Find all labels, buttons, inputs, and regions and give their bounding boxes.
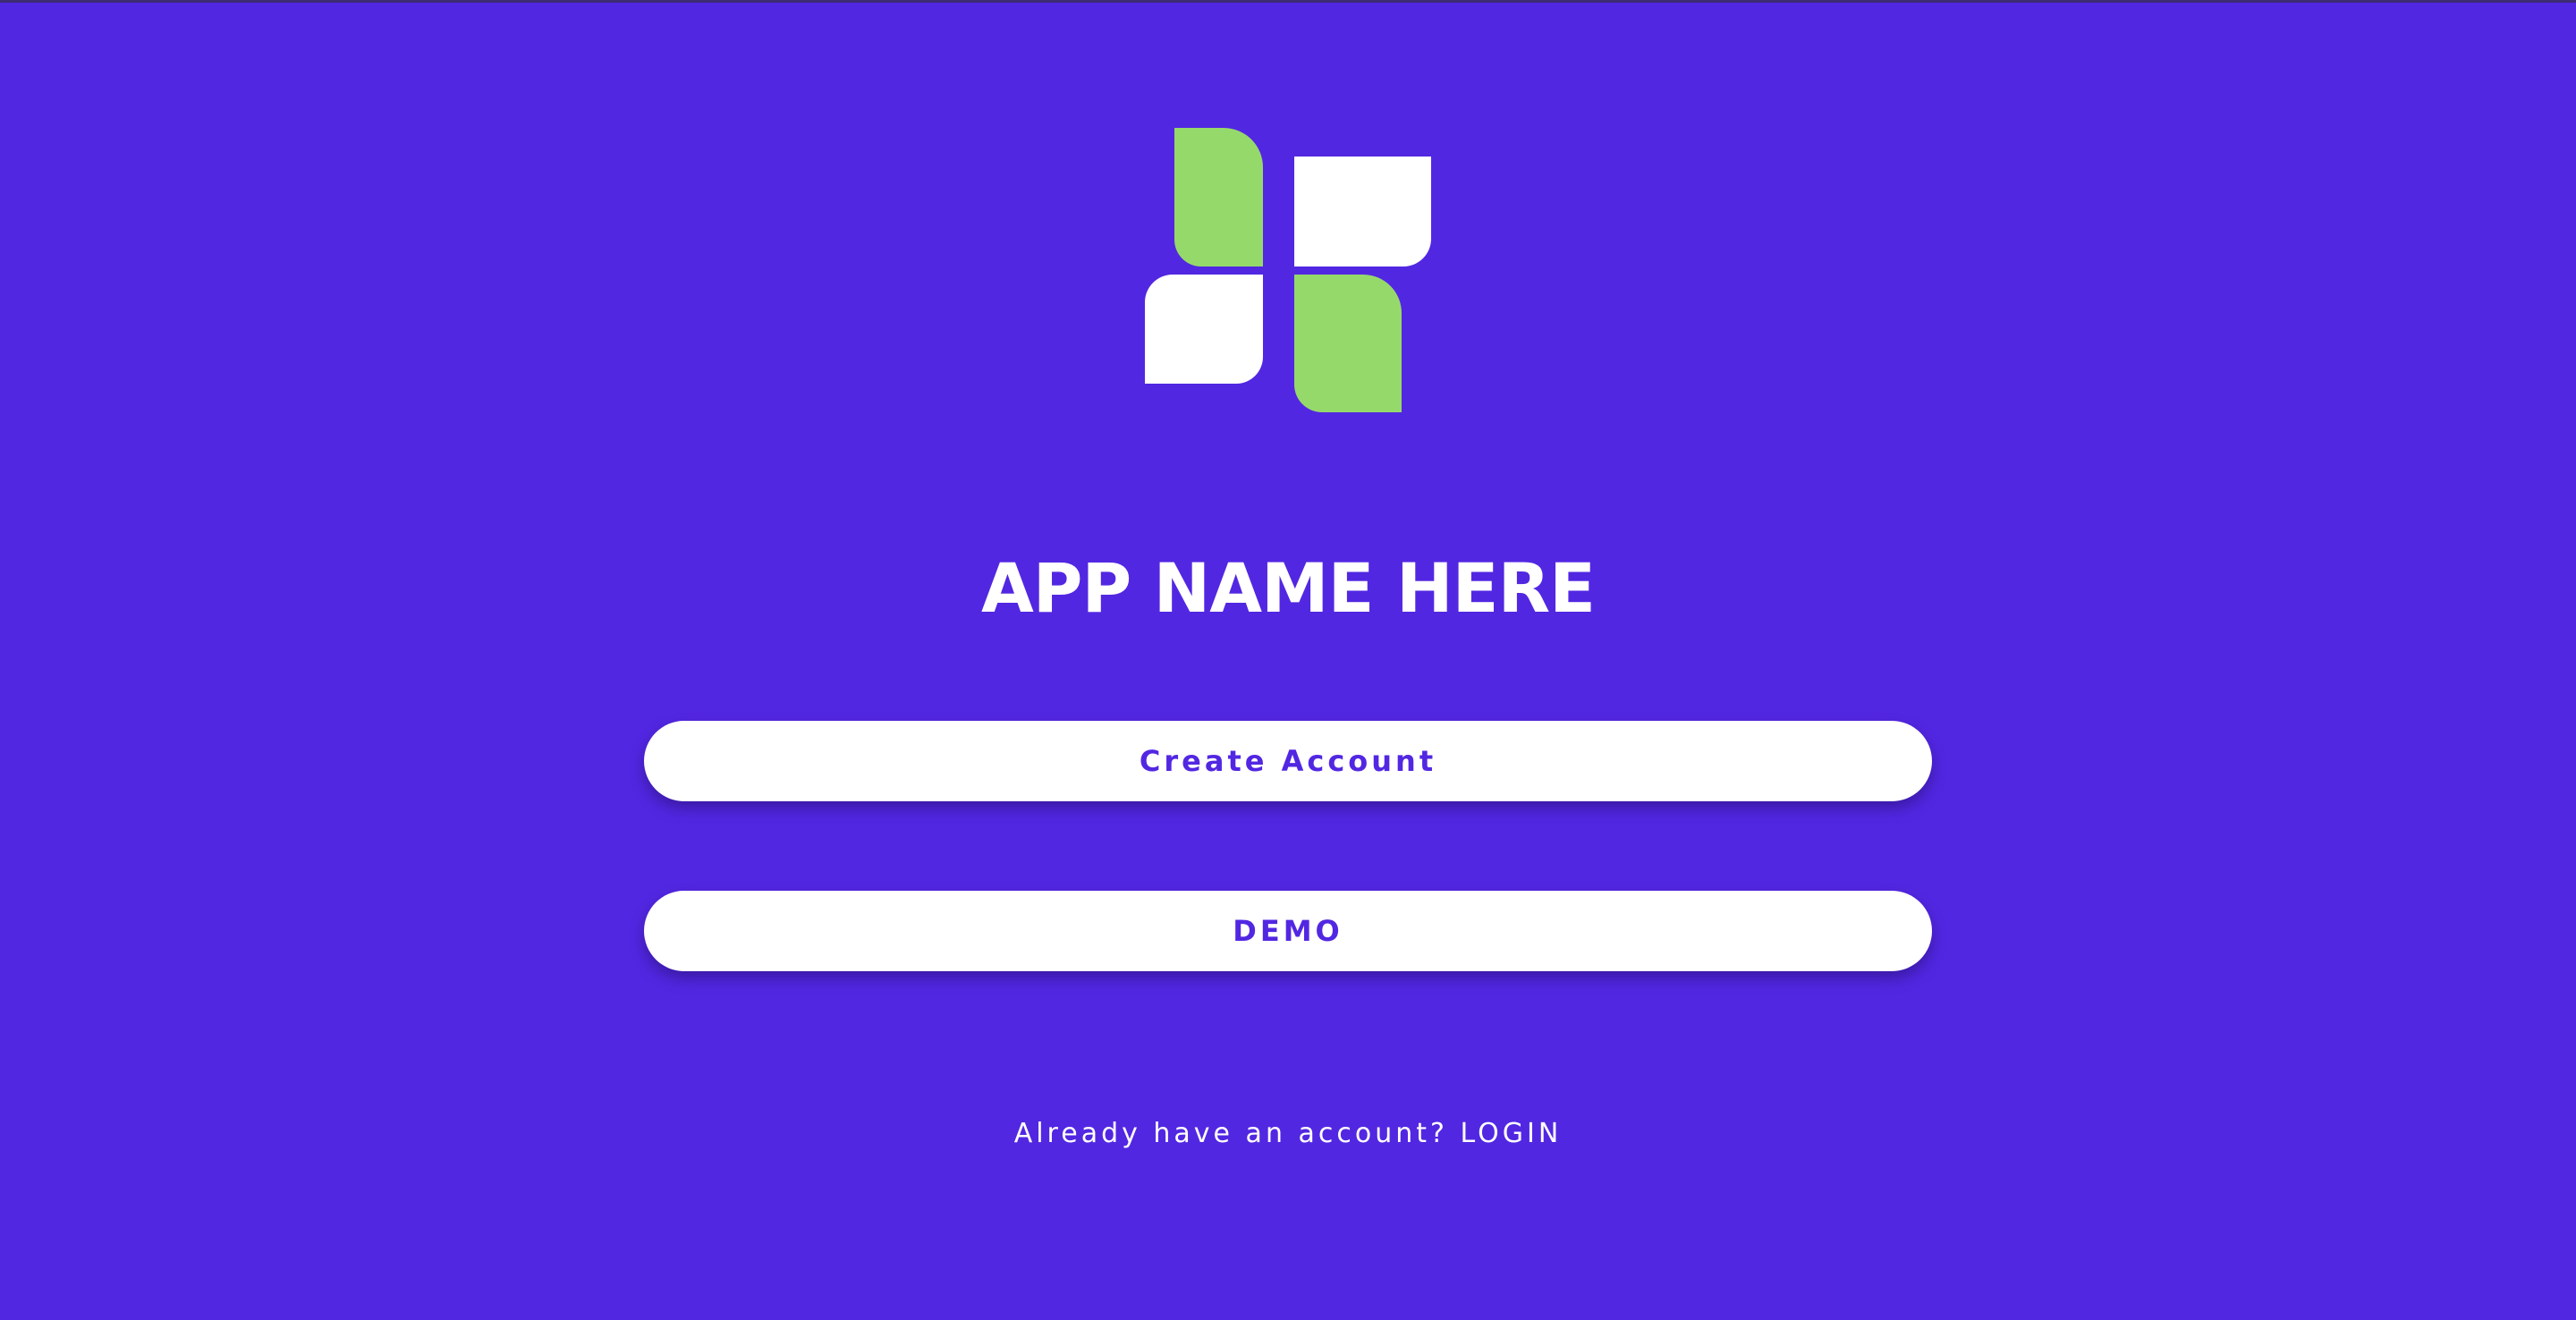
app-title: APP NAME HERE (980, 548, 1596, 628)
login-prompt-text: Already have an account? (1013, 1118, 1448, 1149)
four-leaf-logo-icon (1145, 128, 1431, 412)
create-account-button[interactable]: Create Account (644, 721, 1932, 801)
logo-leaf-top-right (1294, 157, 1431, 267)
demo-button[interactable]: DEMO (644, 891, 1932, 971)
logo-leaf-top-left (1174, 128, 1263, 267)
login-link[interactable]: LOGIN (1460, 1118, 1562, 1149)
app-logo (1145, 128, 1433, 414)
top-border-line (0, 0, 2576, 3)
logo-leaf-bottom-right (1294, 275, 1402, 412)
logo-leaf-bottom-left (1145, 275, 1263, 384)
login-prompt-row: Already have an account? LOGIN (0, 1116, 2576, 1152)
